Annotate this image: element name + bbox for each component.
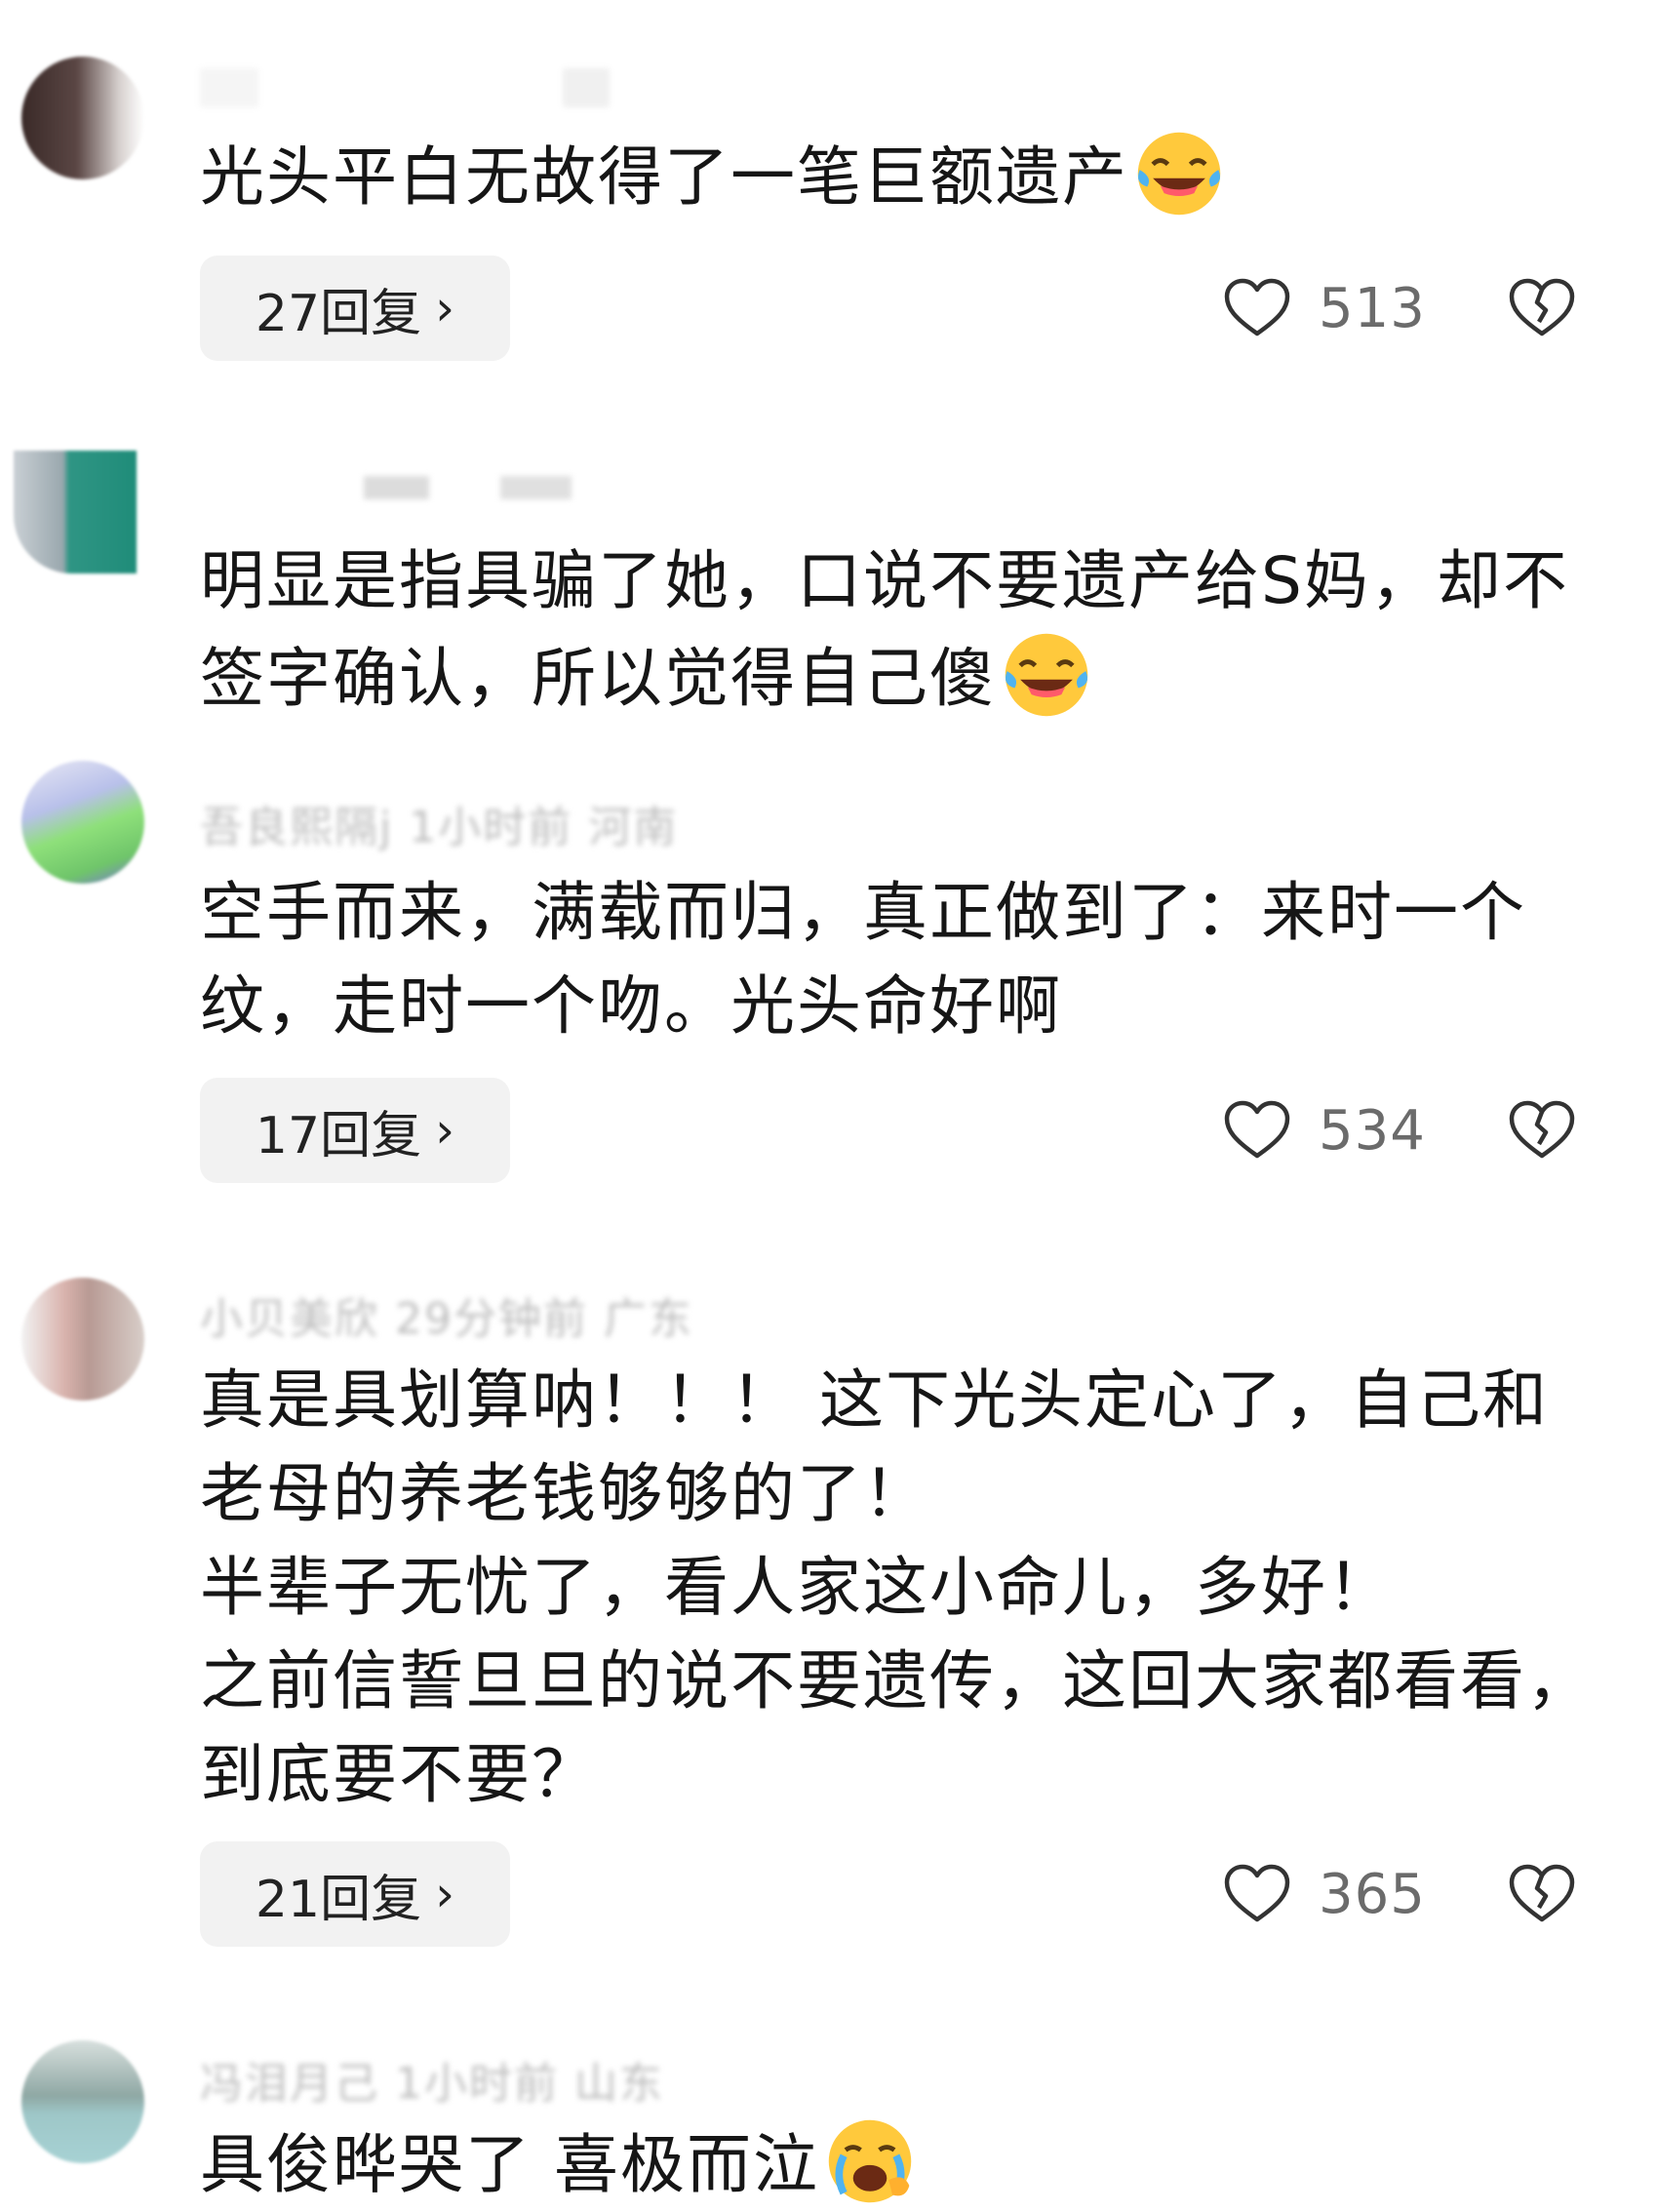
- broken-heart-icon: [1509, 1100, 1575, 1159]
- like-button[interactable]: 365: [1223, 1841, 1426, 1947]
- tears-of-joy-emoji-icon: [1137, 132, 1221, 216]
- chevron-right-icon: ›: [435, 1866, 455, 1922]
- like-button[interactable]: 534: [1223, 1078, 1426, 1183]
- chevron-right-icon: ›: [435, 1102, 455, 1159]
- broken-heart-icon: [1509, 278, 1575, 336]
- comment-meta: 吾良熙隔j 1小时前 河南: [200, 803, 679, 852]
- chevron-right-icon: ›: [435, 280, 455, 336]
- comment-meta: 小贝美欣 29分钟前 广东: [200, 1294, 693, 1344]
- comment-text: 光头平白无故得了一笔巨额遗产: [200, 127, 1604, 224]
- avatar[interactable]: [14, 451, 137, 573]
- avatar[interactable]: [21, 761, 144, 884]
- like-count: 534: [1319, 1098, 1426, 1163]
- avatar[interactable]: [21, 1278, 144, 1401]
- reply-button[interactable]: 17回复 ›: [200, 1078, 510, 1183]
- comment-text: 明显是指具骗了她，口说不要遗产给S妈，却不签字确认，所以觉得自己傻: [200, 534, 1604, 726]
- tears-of-joy-emoji-icon: [1005, 633, 1088, 717]
- avatar[interactable]: [21, 2040, 144, 2163]
- like-button[interactable]: 513: [1223, 256, 1426, 361]
- dislike-button[interactable]: [1508, 256, 1576, 361]
- avatar[interactable]: [21, 57, 144, 179]
- dislike-button[interactable]: [1508, 1078, 1576, 1183]
- dislike-button[interactable]: [1508, 1841, 1576, 1947]
- reply-button[interactable]: 27回复 ›: [200, 256, 510, 361]
- reply-button[interactable]: 21回复 ›: [200, 1841, 510, 1947]
- loudly-crying-emoji-icon: [828, 2119, 912, 2203]
- like-count: 365: [1319, 1862, 1426, 1926]
- comment-text: 具俊晔哭了 喜极而泣: [200, 2114, 1604, 2212]
- comment-meta: [200, 68, 785, 107]
- like-count: 513: [1319, 276, 1426, 340]
- comment-meta: 冯泪月己 1小时前 山东: [200, 2059, 664, 2109]
- broken-heart-icon: [1509, 1864, 1575, 1922]
- heart-icon: [1224, 278, 1290, 336]
- comment-meta: [200, 476, 746, 499]
- comment-text: 空手而来，满载而归，真正做到了：来时一个纹，走时一个吻。光头命好啊: [200, 875, 1526, 1044]
- heart-icon: [1224, 1864, 1290, 1922]
- heart-icon: [1224, 1100, 1290, 1159]
- comment-text: 真是具划算呐！！！ 这下光头定心了，自己和老母的养老钱够够的了！ 半辈子无忧了，…: [200, 1363, 1593, 1812]
